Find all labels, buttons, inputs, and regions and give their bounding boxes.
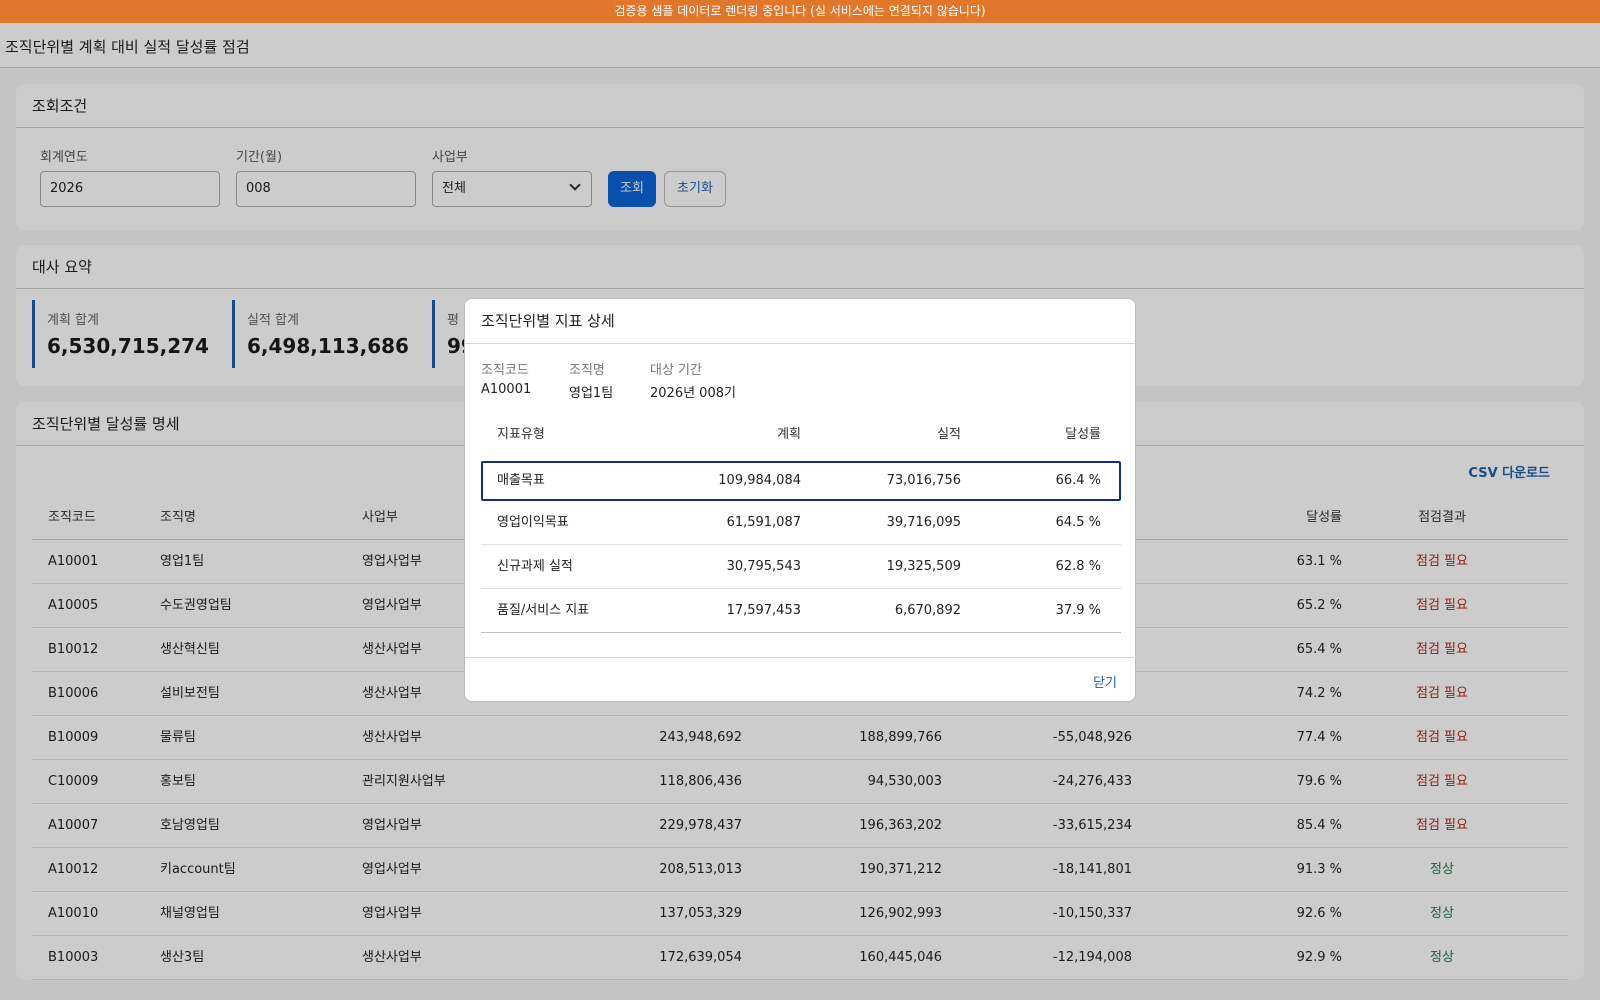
meta-org-name: 조직명 영업1팀 — [569, 359, 613, 401]
col-rate: 달성률 — [1065, 427, 1101, 442]
meta-value: 영업1팀 — [569, 386, 614, 401]
meta-value: 2026년 008기 — [650, 386, 736, 401]
meta-value: A10001 — [481, 382, 532, 397]
col-plan: 계획 — [777, 427, 801, 442]
cell-actual: 73,016,756 — [886, 473, 961, 488]
indicator-detail-modal: 조직단위별 지표 상세 조직코드 A10001 조직명 영업1팀 대상 기간 2… — [464, 298, 1137, 703]
modal-title: 조직단위별 지표 상세 — [465, 299, 1135, 344]
indicator-row[interactable]: 신규과제 실적 30,795,543 19,325,509 62.8 % — [481, 545, 1121, 589]
meta-org-code: 조직코드 A10001 — [481, 359, 531, 397]
meta-label: 조직명 — [569, 363, 605, 378]
meta-period: 대상 기간 2026년 008기 — [650, 359, 736, 401]
modal-footer: 닫기 — [465, 657, 1137, 703]
cell-indicator-type: 매출목표 — [497, 473, 545, 488]
cell-indicator-type: 신규과제 실적 — [497, 559, 573, 574]
cell-rate: 62.8 % — [1055, 559, 1101, 574]
cell-indicator-type: 영업이익목표 — [497, 515, 569, 530]
cell-plan: 30,795,543 — [726, 559, 801, 574]
meta-label: 대상 기간 — [650, 363, 702, 378]
col-indicator-type: 지표유형 — [497, 427, 545, 442]
cell-actual: 19,325,509 — [886, 559, 961, 574]
cell-rate: 66.4 % — [1055, 473, 1101, 488]
meta-label: 조직코드 — [481, 363, 529, 378]
indicator-row[interactable]: 매출목표 109,984,084 73,016,756 66.4 % — [481, 461, 1121, 501]
cell-plan: 109,984,084 — [718, 473, 801, 488]
cell-actual: 6,670,892 — [894, 603, 961, 618]
cell-plan: 17,597,453 — [726, 603, 801, 618]
cell-actual: 39,716,095 — [886, 515, 961, 530]
close-button[interactable]: 닫기 — [1093, 672, 1117, 691]
indicator-table-body: 매출목표 109,984,084 73,016,756 66.4 % 영업이익목표 61,… — [481, 461, 1121, 633]
cell-rate: 64.5 % — [1055, 515, 1101, 530]
cell-plan: 61,591,087 — [726, 515, 801, 530]
cell-rate: 37.9 % — [1055, 603, 1101, 618]
cell-indicator-type: 품질/서비스 지표 — [497, 603, 590, 618]
indicator-row[interactable]: 품질/서비스 지표 17,597,453 6,670,892 37.9 % — [481, 589, 1121, 633]
indicator-row[interactable]: 영업이익목표 61,591,087 39,716,095 64.5 % — [481, 501, 1121, 545]
indicator-table-header: 지표유형 계획 실적 달성률 — [481, 413, 1121, 457]
col-actual: 실적 — [937, 427, 961, 442]
sample-data-banner: 검증용 샘플 데이터로 렌더링 중입니다 (실 서비스에는 연결되지 않습니다) — [0, 0, 1600, 23]
indicator-table: 지표유형 계획 실적 달성률 매출목표 109,984,084 73,016,756… — [481, 413, 1121, 633]
